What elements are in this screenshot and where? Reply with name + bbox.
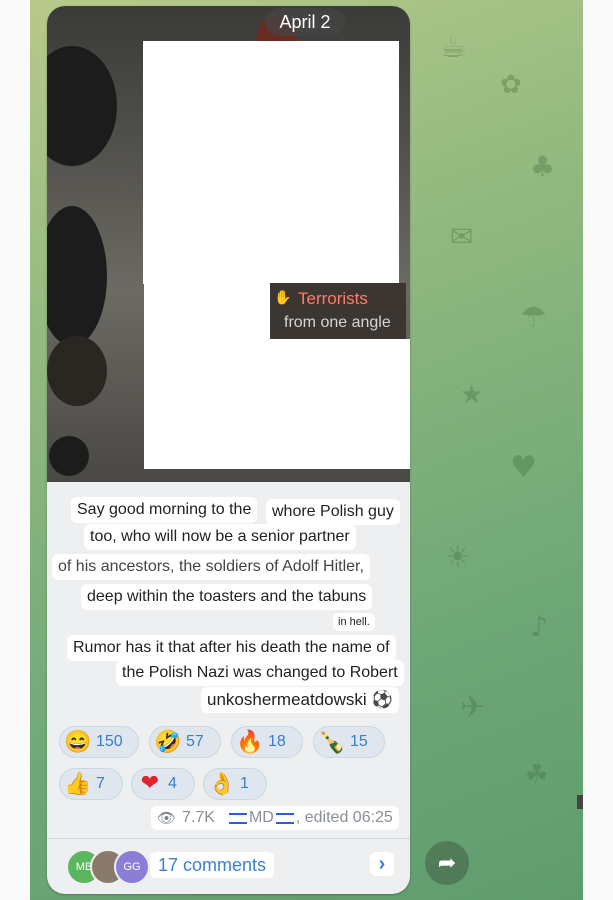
reaction-count: 7 (96, 775, 105, 792)
message-line: whore Polish guy (266, 499, 400, 525)
champagne-icon: 🍾 (318, 729, 346, 754)
israel-flag-icon (228, 812, 247, 824)
message-line: Say good morning to the (71, 497, 258, 523)
fire-icon: 🔥 (236, 729, 264, 754)
terrorists-sticker: ✋ Terrorists from one angle (270, 283, 406, 339)
date-badge: April 2 (265, 8, 345, 36)
reaction-button[interactable]: 👍 7 (59, 768, 123, 800)
israel-flag-icon (275, 812, 294, 824)
redaction-block (143, 41, 399, 284)
ok-hand-icon: 👌 (208, 771, 236, 796)
reaction-button[interactable]: 👌 1 (203, 768, 267, 800)
reaction-count: 57 (186, 733, 204, 750)
rolling-laughing-icon: 🤣 (154, 729, 182, 754)
sticker-title: Terrorists (298, 289, 368, 308)
eye-icon: 👁 (157, 810, 177, 827)
reaction-count: 1 (240, 775, 249, 792)
hand-icon: ✋ (274, 289, 292, 305)
comments-link[interactable]: 17 comments (150, 852, 275, 878)
reaction-button[interactable]: ❤ 4 (131, 768, 195, 800)
channel-post[interactable]: ✋ Terrorists from one angle April 2 Say … (47, 6, 410, 894)
left-edge (0, 0, 30, 900)
reaction-button[interactable]: 🔥 18 (231, 726, 303, 758)
message-line: too, who will now be a senior partner (84, 524, 356, 550)
divider (47, 838, 410, 839)
chevron-right-icon[interactable]: › (370, 852, 394, 876)
avatar: GG (114, 849, 150, 885)
message-text: unkoshermeatdowski (207, 690, 367, 709)
message-line: in hell. (333, 613, 375, 631)
post-photo[interactable]: ✋ Terrorists from one angle (47, 6, 410, 482)
redaction-block (270, 339, 410, 469)
message-line-last: unkoshermeatdowski ⚽ (201, 687, 399, 713)
reaction-count: 15 (350, 733, 368, 750)
message-line: Rumor has it that after his death the na… (67, 635, 396, 661)
view-count: 7.7K (182, 809, 215, 826)
right-edge (583, 0, 613, 900)
reaction-button[interactable]: 😄 150 (59, 726, 139, 758)
reaction-button[interactable]: 🤣 57 (149, 726, 221, 758)
scrollbar-thumb[interactable] (577, 795, 583, 809)
sticker-subtitle: from one angle (284, 314, 391, 331)
author-signature: MD (248, 809, 274, 826)
edited-time: , edited 06:25 (295, 809, 393, 826)
message-line: of his ancestors, the soldiers of Adolf … (52, 554, 370, 580)
message-line: the Polish Nazi was changed to Robert (116, 660, 404, 686)
post-meta: 👁 7.7K MD , edited 06:25 (151, 806, 399, 830)
grinning-face-icon: 😄 (64, 729, 92, 754)
share-icon[interactable]: ➦ (425, 841, 469, 885)
reaction-count: 150 (96, 733, 123, 750)
message-line: deep within the toasters and the tabuns (81, 584, 373, 610)
thumbs-up-icon: 👍 (64, 771, 92, 796)
redaction-block (144, 284, 271, 469)
reaction-count: 18 (268, 733, 286, 750)
reaction-count: 4 (168, 775, 177, 792)
reaction-button[interactable]: 🍾 15 (313, 726, 385, 758)
soccer-ball-icon: ⚽ (371, 690, 393, 710)
heart-icon: ❤ (140, 771, 160, 796)
